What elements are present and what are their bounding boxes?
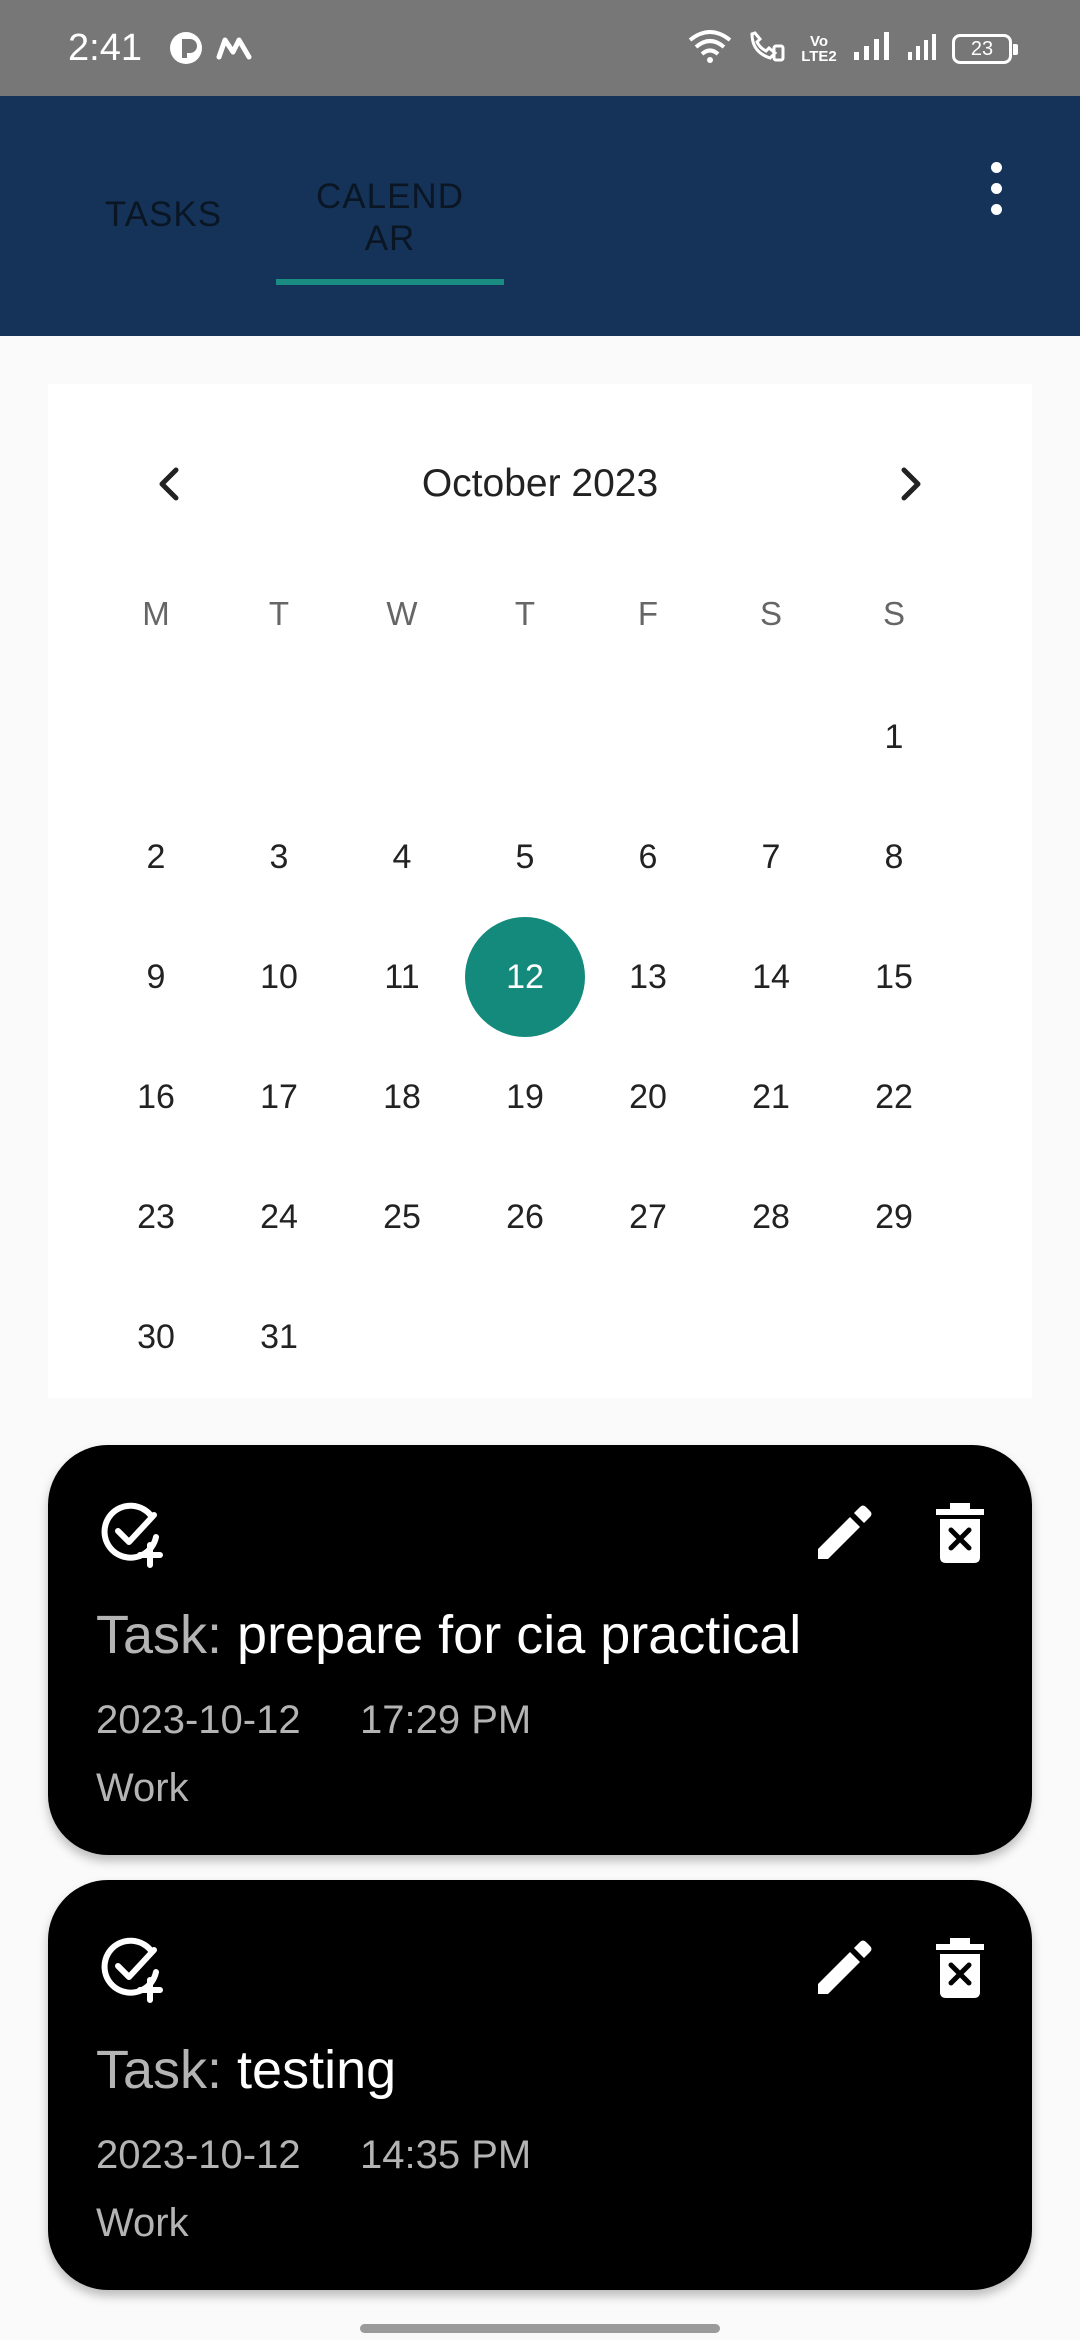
calendar-header: October 2023 (48, 440, 1032, 530)
task-date: 2023-10-12 (96, 1698, 301, 1742)
calendar-day[interactable]: 19 (463, 1037, 587, 1157)
task-label: Task: (96, 2040, 238, 2100)
task-name: prepare for cia practical (237, 1605, 802, 1665)
m-notification-icon (216, 30, 252, 71)
tab-tasks[interactable]: TASKS (96, 194, 231, 236)
task-label: Task: (96, 1605, 238, 1665)
calendar-day[interactable]: 23 (94, 1157, 218, 1277)
chevron-left-icon[interactable] (140, 454, 200, 514)
calendar-day[interactable]: 17 (217, 1037, 341, 1157)
calendar-day[interactable]: 29 (832, 1157, 956, 1277)
task-title: Task: testing (96, 2038, 396, 2102)
calendar-day[interactable]: 3 (217, 797, 341, 917)
calendar-day[interactable]: 22 (832, 1037, 956, 1157)
task-complete-icon[interactable] (96, 1932, 168, 2004)
task-date: 2023-10-12 (96, 2133, 301, 2177)
app-notification-icon (168, 30, 204, 71)
tab-tasks-label: TASKS (104, 195, 223, 234)
task-card[interactable]: Task: prepare for cia practical 2023-10-… (48, 1445, 1032, 1855)
calendar-day[interactable]: 16 (94, 1037, 218, 1157)
weekday-label: S (882, 595, 905, 632)
task-category: Work (96, 2201, 189, 2245)
calendar-day[interactable]: 11 (340, 917, 464, 1037)
task-title: Task: prepare for cia practical (96, 1603, 801, 1667)
delete-icon[interactable] (924, 1497, 996, 1569)
delete-icon[interactable] (924, 1932, 996, 2004)
wifi-call-icon (746, 28, 786, 69)
calendar-day[interactable]: 21 (709, 1037, 833, 1157)
calendar-day[interactable]: 27 (586, 1157, 710, 1277)
weekday-label: W (386, 595, 418, 632)
calendar-day[interactable]: 1 (832, 677, 956, 797)
tab-calendar[interactable]: CALEND AR (276, 176, 504, 260)
tab-indicator (276, 279, 504, 285)
app-bar: TASKS CALEND AR (0, 96, 1080, 336)
calendar-day[interactable]: 14 (709, 917, 833, 1037)
gesture-bar[interactable] (360, 2324, 720, 2333)
volte-icon: Vo LTE2 (801, 32, 837, 65)
calendar-day[interactable]: 10 (217, 917, 341, 1037)
status-icons: Vo LTE2 23 (688, 28, 1018, 69)
calendar-day[interactable]: 18 (340, 1037, 464, 1157)
tab-calendar-label: CALEND AR (316, 177, 464, 258)
weekday-label: F (637, 595, 659, 632)
weekday-row: MTWTFSS (48, 584, 1032, 644)
calendar-day[interactable]: 28 (709, 1157, 833, 1277)
weekday-label: M (142, 595, 170, 632)
calendar-day[interactable]: 25 (340, 1157, 464, 1277)
weekday-label: T (268, 595, 290, 632)
task-time: 17:29 PM (360, 1698, 532, 1742)
calendar-day[interactable]: 26 (463, 1157, 587, 1277)
calendar-day[interactable]: 20 (586, 1037, 710, 1157)
calendar-day[interactable]: 2 (94, 797, 218, 917)
calendar-day[interactable]: 30 (94, 1277, 218, 1397)
edit-icon[interactable] (806, 1932, 878, 2004)
task-card[interactable]: Task: testing 2023-10-12 14:35 PM Work (48, 1880, 1032, 2290)
calendar-day[interactable]: 15 (832, 917, 956, 1037)
battery-icon: 23 (952, 33, 1018, 64)
edit-icon[interactable] (806, 1497, 878, 1569)
task-complete-icon[interactable] (96, 1497, 168, 1569)
status-time: 2:41 (68, 27, 142, 69)
calendar-day[interactable]: 31 (217, 1277, 341, 1397)
calendar-day[interactable]: 5 (463, 797, 587, 917)
calendar-day[interactable]: 9 (94, 917, 218, 1037)
calendar-day[interactable]: 6 (586, 797, 710, 917)
calendar-day[interactable]: 8 (832, 797, 956, 917)
task-category: Work (96, 1766, 189, 1810)
calendar-day[interactable]: 7 (709, 797, 833, 917)
calendar: October 2023 MTWTFSS 1 2 3 4 5 6 7 8 9 10 11 12 13 14… (48, 384, 1032, 1398)
calendar-day[interactable]: 4 (340, 797, 464, 917)
calendar-day[interactable]: 24 (217, 1157, 341, 1277)
status-app-icons (168, 30, 252, 71)
calendar-day[interactable]: 13 (586, 917, 710, 1037)
calendar-day-selected[interactable]: 12 (463, 917, 587, 1037)
signal-icon (852, 30, 892, 67)
weekday-label: T (514, 595, 536, 632)
task-time: 14:35 PM (360, 2133, 532, 2177)
weekday-label: S (759, 595, 782, 632)
task-name: testing (237, 2040, 397, 2100)
wifi-icon (688, 28, 732, 69)
signal-icon-2 (906, 30, 938, 67)
more-vert-icon[interactable] (972, 152, 1020, 224)
chevron-right-icon[interactable] (880, 454, 940, 514)
status-bar: 2:41 Vo LTE2 23 (0, 0, 1080, 96)
